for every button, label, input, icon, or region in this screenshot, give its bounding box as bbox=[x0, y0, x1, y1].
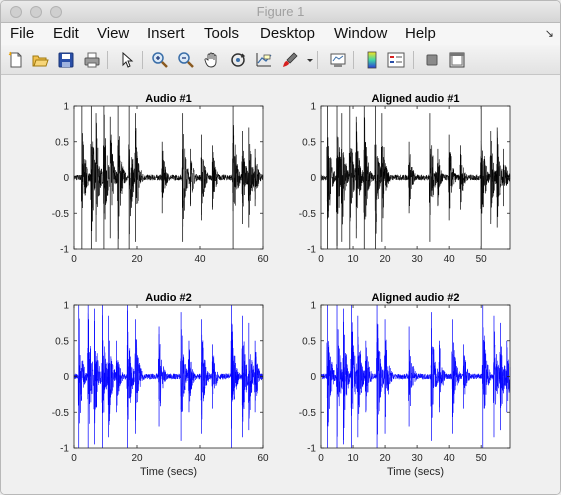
zoom-in-icon[interactable] bbox=[151, 51, 169, 69]
menu-view[interactable]: View bbox=[97, 25, 129, 42]
pan-icon[interactable] bbox=[203, 51, 221, 69]
figure-canvas: -1 -0.5 0 0.5 1 0 20 40 60 Audio #1 -1 -0.5 0 0.5 1 0 10… bbox=[1, 76, 560, 494]
y-tick-label: 1 bbox=[310, 102, 316, 113]
x-tick-label: 40 bbox=[194, 254, 206, 265]
x-axis-label: Time (secs) bbox=[387, 466, 444, 478]
x-tick-label: 0 bbox=[318, 453, 324, 464]
x-tick-label: 60 bbox=[257, 453, 269, 464]
figure-toolbar bbox=[1, 45, 560, 75]
y-tick-label: -1 bbox=[307, 245, 316, 256]
title-bar[interactable]: Figure 1 bbox=[1, 1, 560, 23]
axes-3: -1 -0.5 0 0.5 1 0 20 40 60 Audio #2 Time (secs) bbox=[52, 292, 269, 478]
x-tick-label: 40 bbox=[444, 254, 456, 265]
menu-insert[interactable]: Insert bbox=[147, 25, 185, 42]
y-tick-label: 1 bbox=[310, 301, 316, 312]
y-tick-label: 0 bbox=[63, 372, 69, 383]
menu-tools[interactable]: Tools bbox=[204, 25, 239, 42]
axes-title: Audio #2 bbox=[145, 292, 191, 304]
y-tick-label: -1 bbox=[60, 444, 69, 455]
axes-1: -1 -0.5 0 0.5 1 0 20 40 60 Audio #1 bbox=[52, 93, 269, 265]
new-figure-icon[interactable] bbox=[7, 51, 25, 69]
zoom-out-icon[interactable] bbox=[177, 51, 195, 69]
colorbar-icon[interactable] bbox=[363, 51, 381, 69]
menu-desktop[interactable]: Desktop bbox=[260, 25, 315, 42]
y-tick-label: 1 bbox=[63, 301, 69, 312]
axes-4: -1-0.500.510 10 20 30 40 50Aligned audio #2Ti… bbox=[299, 292, 511, 478]
dock-arrow-icon[interactable]: ↘ bbox=[545, 27, 554, 40]
menu-bar: File Edit View Insert Tools Desktop Wind… bbox=[1, 23, 560, 45]
y-tick-label: 0.5 bbox=[55, 137, 69, 148]
x-tick-label: 0 bbox=[318, 254, 324, 265]
axes-title: Aligned audio #1 bbox=[371, 93, 459, 105]
y-tick-label: 0.5 bbox=[302, 137, 316, 148]
x-tick-label: 50 bbox=[476, 254, 488, 265]
y-tick-label: 0 bbox=[310, 372, 316, 383]
toolbar-separator bbox=[413, 51, 414, 69]
toolbar-separator bbox=[317, 51, 318, 69]
y-tick-label: 0.5 bbox=[302, 336, 316, 347]
y-tick-label: 0 bbox=[310, 173, 316, 184]
x-tick-label: 20 bbox=[131, 254, 143, 265]
menu-help[interactable]: Help bbox=[405, 25, 436, 42]
hide-plot-tools-icon[interactable] bbox=[423, 51, 441, 69]
x-tick-label: 40 bbox=[194, 453, 206, 464]
y-tick-label: 1 bbox=[63, 102, 69, 113]
x-tick-label: 50 bbox=[476, 453, 488, 464]
menu-window[interactable]: Window bbox=[334, 25, 387, 42]
y-tick-label: -0.5 bbox=[299, 209, 317, 220]
print-icon[interactable] bbox=[83, 51, 101, 69]
dropdown-arrow-icon[interactable] bbox=[301, 51, 313, 69]
x-tick-label: 20 bbox=[380, 254, 392, 265]
pointer-icon[interactable] bbox=[118, 51, 136, 69]
toolbar-separator bbox=[142, 51, 143, 69]
figure-window: Figure 1 File Edit View Insert Tools Des… bbox=[0, 0, 561, 495]
window-title: Figure 1 bbox=[256, 4, 305, 19]
menu-edit[interactable]: Edit bbox=[53, 25, 79, 42]
legend-icon[interactable] bbox=[387, 51, 405, 69]
y-tick-label: -1 bbox=[60, 245, 69, 256]
menu-file[interactable]: File bbox=[10, 25, 34, 42]
y-tick-label: -1 bbox=[307, 444, 316, 455]
open-file-icon[interactable] bbox=[31, 51, 49, 69]
y-tick-label: -0.5 bbox=[299, 408, 317, 419]
rotate-3d-icon[interactable] bbox=[229, 51, 247, 69]
x-tick-label: 10 bbox=[347, 254, 359, 265]
x-tick-label: 40 bbox=[444, 453, 456, 464]
axes-2: -1-0.500.510 10 20 30 40 50Aligned audio #1 bbox=[299, 93, 511, 265]
x-tick-label: 20 bbox=[380, 453, 392, 464]
brush-icon[interactable] bbox=[281, 51, 299, 69]
y-tick-label: -0.5 bbox=[52, 209, 70, 220]
link-plot-icon[interactable] bbox=[329, 51, 347, 69]
y-tick-label: 0 bbox=[63, 173, 69, 184]
y-tick-label: -0.5 bbox=[52, 408, 70, 419]
x-tick-label: 20 bbox=[131, 453, 143, 464]
y-tick-label: 0.5 bbox=[55, 336, 69, 347]
x-tick-label: 0 bbox=[71, 254, 77, 265]
axes-title: Audio #1 bbox=[145, 93, 191, 105]
axes-title: Aligned audio #2 bbox=[371, 292, 459, 304]
x-axis-label: Time (secs) bbox=[140, 466, 197, 478]
show-plot-tools-icon[interactable] bbox=[448, 51, 466, 69]
data-cursor-icon[interactable] bbox=[255, 51, 273, 69]
x-tick-label: 30 bbox=[412, 254, 424, 265]
toolbar-separator bbox=[107, 51, 108, 69]
x-tick-label: 0 bbox=[71, 453, 77, 464]
x-tick-label: 60 bbox=[257, 254, 269, 265]
plots-area: -1-0.500.510 20 40 60Audio #1-1-0.500.510 10… bbox=[52, 93, 511, 478]
toolbar-separator bbox=[353, 51, 354, 69]
x-tick-label: 30 bbox=[412, 453, 424, 464]
x-tick-label: 10 bbox=[347, 453, 359, 464]
save-icon[interactable] bbox=[57, 51, 75, 69]
